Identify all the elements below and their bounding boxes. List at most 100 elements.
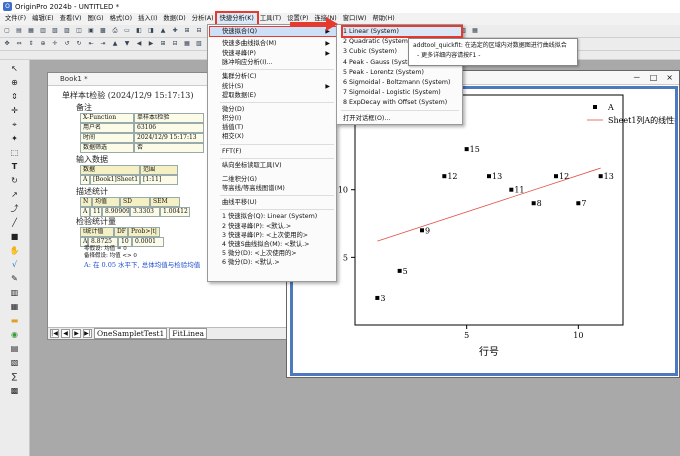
quick-menu-item-4[interactable]: 集群分析(C) — [222, 72, 334, 81]
toolbar-button-9-icon[interactable]: ⎙ — [110, 26, 120, 36]
screen-reader-icon[interactable]: ✦ — [9, 133, 21, 144]
toolbar-button-7-icon[interactable]: ▣ — [86, 26, 96, 36]
toolbar-button-11-icon[interactable]: ◧ — [134, 26, 144, 36]
input-section-label[interactable]: 输入数据 — [76, 154, 108, 165]
crosshair-tool-icon[interactable]: ✛ — [9, 105, 21, 116]
toolbar-button-8-icon[interactable]: ▩ — [98, 26, 108, 36]
quick-menu-item-3[interactable]: 脉冲响应分析(I)... — [222, 58, 334, 67]
insert-table-icon[interactable]: ▧ — [9, 357, 21, 368]
format-button-3-icon[interactable]: ⊕ — [38, 39, 48, 49]
quick-menu-item-7[interactable]: 微分(D) — [222, 105, 334, 114]
menu-item-0[interactable]: 文件(F) — [2, 13, 29, 25]
region-select-icon[interactable]: ⬚ — [9, 147, 21, 158]
menu-item-6[interactable]: 数据(D) — [160, 13, 188, 25]
sheet-nav-2-icon[interactable]: ▶ — [72, 329, 81, 338]
image-tool-icon[interactable]: ▩ — [9, 385, 21, 396]
toolbar-button-6-icon[interactable]: ◫ — [74, 26, 84, 36]
sheet-nav-3-icon[interactable]: ▶| — [83, 329, 92, 338]
quick-menu-item-1[interactable]: 快速多曲线拟合(M) — [222, 39, 334, 48]
menu-item-2[interactable]: 查看(V) — [57, 13, 85, 25]
quick-menu-item-9[interactable]: 插值(T) — [222, 123, 334, 132]
toolbar-button-3-icon[interactable]: ▥ — [38, 26, 48, 36]
toolbar-button-2-icon[interactable]: ▦ — [26, 26, 36, 36]
quick-menu-item-18[interactable]: 3 快速寻峰(P): <上次使用的> — [222, 231, 334, 240]
menu-item-4[interactable]: 格式(O) — [107, 13, 135, 25]
format-button-7-icon[interactable]: ⇤ — [86, 39, 96, 49]
sheet-nav-0-icon[interactable]: |◀ — [50, 329, 59, 338]
quick-menu-item-5[interactable]: 统计(S) — [222, 82, 334, 91]
format-button-14-icon[interactable]: ⊟ — [170, 39, 180, 49]
sheet-nav-1-icon[interactable]: ◀ — [61, 329, 70, 338]
toolbar-button-4-icon[interactable]: ▧ — [50, 26, 60, 36]
quick-menu-item-16[interactable]: 1 快速拟合(Q): Linear (System) — [222, 212, 334, 221]
menu-item-5[interactable]: 插入(I) — [135, 13, 160, 25]
color-bar-icon[interactable]: ▬ — [9, 315, 21, 326]
format-button-6-icon[interactable]: ↻ — [74, 39, 84, 49]
toolbar-button-13-icon[interactable]: ▲ — [158, 26, 168, 36]
quick-menu-item-15[interactable]: 曲线平移(U) — [222, 198, 334, 207]
quick-menu-item-12[interactable]: 纵向坐标读取工具(V) — [222, 161, 334, 170]
fit-menu-item-0[interactable]: 1 Linear (System) — [341, 25, 463, 38]
toolbar-button-1-icon[interactable]: ▤ — [14, 26, 24, 36]
draw-data-icon[interactable]: ✎ — [9, 273, 21, 284]
mask-tool-icon[interactable]: √ — [9, 259, 21, 270]
format-button-2-icon[interactable]: ⇕ — [26, 39, 36, 49]
format-button-16-icon[interactable]: ▧ — [194, 39, 204, 49]
format-button-13-icon[interactable]: ⊞ — [158, 39, 168, 49]
notes-section-label[interactable]: 备注 — [76, 102, 92, 113]
quick-menu-item-14[interactable]: 等高线/等高线图谱(M) — [222, 184, 334, 193]
quick-menu-item-2[interactable]: 快速寻峰(P) — [222, 49, 334, 58]
sheet-tab-0[interactable]: OneSampletTest1 — [94, 328, 168, 339]
toolbar-button-0-icon[interactable]: ▢ — [2, 26, 12, 36]
format-button-8-icon[interactable]: ⇥ — [98, 39, 108, 49]
close-icon[interactable]: × — [666, 71, 673, 84]
toolbar-button-39-icon[interactable]: ▦ — [470, 26, 480, 36]
toolbar-button-16-icon[interactable]: ⊟ — [194, 26, 204, 36]
toolbar-button-15-icon[interactable]: ⊞ — [182, 26, 192, 36]
maximize-icon[interactable]: □ — [650, 71, 658, 84]
quick-menu-item-10[interactable]: 相交(X) — [222, 132, 334, 141]
line-tool-icon[interactable]: ╱ — [9, 217, 21, 228]
fit-menu-item-8[interactable]: 打开对话框(O)... — [343, 114, 461, 123]
menu-item-1[interactable]: 编辑(E) — [29, 13, 57, 25]
quick-menu-item-8[interactable]: 积分(I) — [222, 114, 334, 123]
menu-item-3[interactable]: 图(G) — [84, 13, 106, 25]
scale-bar-icon[interactable]: ▤ — [9, 343, 21, 354]
text-tool-icon[interactable]: T — [9, 161, 21, 172]
quick-menu-item-6[interactable]: 提取数据(E) — [222, 91, 334, 100]
format-button-15-icon[interactable]: ▦ — [182, 39, 192, 49]
data-reader-icon[interactable]: ⌖ — [9, 119, 21, 130]
pointer-tool-icon[interactable]: ↖ — [9, 63, 21, 74]
format-button-11-icon[interactable]: ◀ — [134, 39, 144, 49]
curve-tool-icon[interactable]: ⤴ — [9, 203, 21, 214]
fit-menu-item-5[interactable]: 6 Sigmoidal - Boltzmann (System) — [343, 78, 461, 87]
palette-icon[interactable]: ◉ — [9, 329, 21, 340]
sheet-tab-1[interactable]: FitLinea — [169, 328, 208, 339]
format-button-4-icon[interactable]: ✛ — [50, 39, 60, 49]
layer-tool-icon[interactable]: ▦ — [9, 301, 21, 312]
format-button-0-icon[interactable]: ✥ — [2, 39, 12, 49]
format-button-9-icon[interactable]: ▲ — [110, 39, 120, 49]
zoom-tool-icon[interactable]: ⊕ — [9, 77, 21, 88]
toolbar-button-12-icon[interactable]: ◨ — [146, 26, 156, 36]
quick-menu-item-19[interactable]: 4 快速S曲线拟合(M): <默认.> — [222, 240, 334, 249]
add-graph-icon[interactable]: ▥ — [9, 287, 21, 298]
toolbar-button-14-icon[interactable]: ✚ — [170, 26, 180, 36]
minimize-icon[interactable]: － — [633, 71, 641, 84]
toolbar-button-5-icon[interactable]: ▨ — [62, 26, 72, 36]
toolbar-button-10-icon[interactable]: ▭ — [122, 26, 132, 36]
hand-tool-icon[interactable]: ✋ — [9, 245, 21, 256]
fit-menu-item-7[interactable]: 8 ExpDecay with Offset (System) — [343, 98, 461, 107]
rotate-tool-icon[interactable]: ↻ — [9, 175, 21, 186]
quick-menu-item-21[interactable]: 6 微分(D): <默认.> — [222, 258, 334, 267]
fit-menu-item-6[interactable]: 7 Sigmoidal - Logistic (System) — [343, 88, 461, 97]
quick-menu-item-13[interactable]: 二维积分(G) — [222, 175, 334, 184]
format-button-12-icon[interactable]: ▶ — [146, 39, 156, 49]
format-button-5-icon[interactable]: ↺ — [62, 39, 72, 49]
equation-icon[interactable]: ∑ — [9, 371, 21, 382]
rectangle-tool-icon[interactable]: ■ — [9, 231, 21, 242]
quick-menu-item-20[interactable]: 5 微分(D): <上次使用的> — [222, 249, 334, 258]
fit-menu-item-4[interactable]: 5 Peak - Lorentz (System) — [343, 68, 461, 77]
quick-menu-item-11[interactable]: FFT(F) — [222, 147, 334, 156]
arrow-tool-icon[interactable]: ↗ — [9, 189, 21, 200]
